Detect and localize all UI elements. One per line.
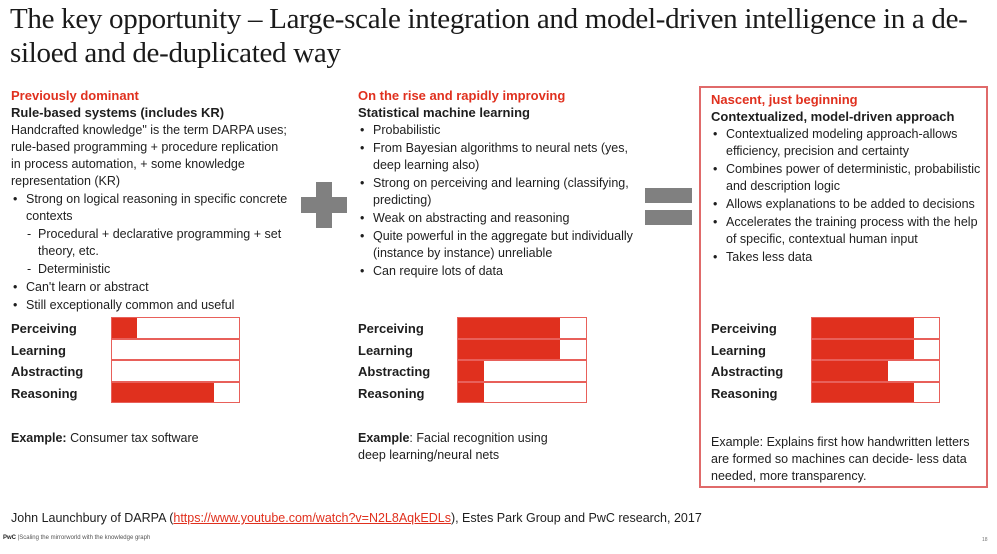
capability-bar [811,338,940,360]
capability-bar [457,317,587,339]
column-model-driven: Nascent, just beginning Contextualized, … [711,92,981,266]
footer-text: |Scaling the mirrorworld with the knowle… [16,535,151,541]
example-label: Example [358,431,410,445]
sub-bullet-item: Procedural + declarative programming + s… [11,226,291,260]
example-text: Example: Explains first how handwritten … [711,435,970,483]
capability-bar-fill [812,339,914,359]
bullet-item: Can't learn or abstract [11,279,291,296]
capability-label: Abstracting [711,364,784,379]
capability-bar-fill [458,318,561,338]
capability-bar-fill [458,361,484,381]
page-number: 18 [982,537,988,543]
capability-bar-fill [458,339,561,359]
bullet-item: Probabilistic [358,122,648,139]
capability-label: Abstracting [358,364,431,379]
column-heading: Contextualized, model-driven approach [711,109,955,124]
source-citation: John Launchbury of DARPA (https://www.yo… [11,511,702,525]
source-link[interactable]: https://www.youtube.com/watch?v=N2L8AqkE… [173,511,451,525]
capability-bar [811,381,940,403]
bullet-item: Strong on perceiving and learning (class… [358,175,648,209]
slide-title: The key opportunity – Large-scale integr… [10,3,968,69]
column-intro: Handcrafted knowledge" is the term DARPA… [11,123,287,188]
sub-bullet-list: Procedural + declarative programming + s… [11,226,291,278]
capability-label: Learning [358,342,413,358]
capability-bar [811,360,940,382]
sub-bullet-item: Deterministic [11,261,291,278]
capability-label: Perceiving [358,321,424,336]
bullet-item: Accelerates the training process with th… [711,214,981,248]
footer: PwC |Scaling the mirrorworld with the kn… [3,534,150,542]
column-rule-based: Previously dominant Rule-based systems (… [11,88,291,314]
capability-label: Reasoning [358,385,425,401]
column-kicker: Nascent, just beginning [711,92,858,107]
column-statistical-ml: On the rise and rapidly improving Statis… [358,88,648,280]
footer-brand: PwC [3,535,17,541]
bullet-item: Quite powerful in the aggregate but indi… [358,228,648,262]
capability-bar-fill [112,318,138,338]
example-label: Example: [11,431,67,445]
capability-bar-fill [112,382,214,402]
capability-bar [457,381,587,403]
capability-bar-fill [458,382,484,402]
capability-bar-fill [812,318,914,338]
capability-bar [111,360,240,382]
example-left: Example: Consumer tax software [11,430,291,447]
capability-label: Perceiving [11,321,77,336]
capability-label: Learning [11,342,66,358]
column-heading: Statistical machine learning [358,105,530,120]
bullet-item: Weak on abstracting and reasoning [358,210,648,227]
bullet-item: Combines power of deterministic, probabi… [711,161,981,195]
bullet-item: Can require lots of data [358,263,648,280]
capability-bar [111,338,240,360]
capability-label: Reasoning [11,385,78,401]
capability-bar [111,381,240,403]
capability-label: Abstracting [11,364,84,379]
bullet-item: Strong on logical reasoning in specific … [11,191,291,278]
example-right: Example: Explains first how handwritten … [711,434,976,485]
capability-bar [111,317,240,339]
column-kicker: On the rise and rapidly improving [358,88,566,103]
bullet-list: Probabilistic From Bayesian algorithms t… [358,122,648,280]
capability-label: Perceiving [711,321,777,336]
capability-label: Learning [711,342,766,358]
bullet-item: Still exceptionally common and useful [11,297,291,314]
bullet-item: From Bayesian algorithms to neural nets … [358,140,648,174]
bullet-list: Contextualized modeling approach-allows … [711,126,981,266]
capability-bar [811,317,940,339]
column-kicker: Previously dominant [11,88,139,103]
example-text: Consumer tax software [66,431,199,445]
bullet-item: Takes less data [711,249,981,266]
bullet-item: Contextualized modeling approach-allows … [711,126,981,160]
capability-bar-fill [812,361,889,381]
capability-bar [457,360,587,382]
bullet-item: Allows explanations to be added to decis… [711,196,981,213]
capability-label: Reasoning [711,385,778,401]
example-mid: Example: Facial recognition using deep l… [358,430,573,464]
capability-bar-fill [812,382,914,402]
bullet-list: Strong on logical reasoning in specific … [11,191,291,314]
column-heading: Rule-based systems (includes KR) [11,105,225,120]
capability-bar [457,338,587,360]
